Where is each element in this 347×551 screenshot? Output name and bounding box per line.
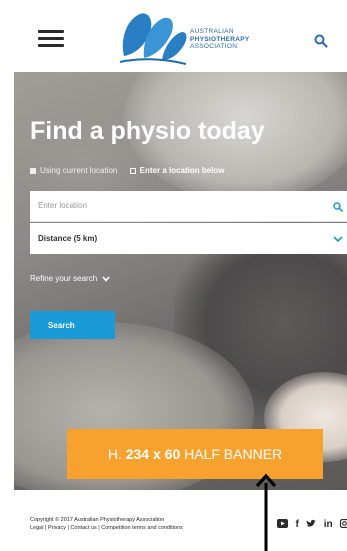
banner-size: 234 x 60 <box>125 446 181 462</box>
radio-enter-location[interactable] <box>129 168 136 175</box>
linkedin-icon[interactable]: in <box>324 519 333 530</box>
chevron-down-icon <box>333 236 343 243</box>
option-current-location-label: Using current location <box>40 166 118 176</box>
youtube-icon[interactable] <box>277 518 288 531</box>
location-input[interactable]: Enter location <box>30 191 347 222</box>
radio-current-location[interactable] <box>30 168 36 175</box>
option-current-location[interactable]: Using current location <box>30 166 117 175</box>
banner-prefix: H. <box>107 446 126 462</box>
apa-logo[interactable]: AUSTRALIAN PHYSIOTHERAPY ASSOCIATION <box>118 10 278 66</box>
site-header: AUSTRALIAN PHYSIOTHERAPY ASSOCIATION <box>14 0 347 72</box>
chevron-down-icon <box>102 276 110 282</box>
twitter-icon[interactable] <box>306 519 317 531</box>
option-enter-location[interactable]: Enter a location below <box>129 166 225 176</box>
logo-line-3: ASSOCIATION <box>190 43 238 50</box>
hero-section: Find a physio today Using current locati… <box>14 72 347 490</box>
annotation-arrow-icon <box>255 473 277 551</box>
site-footer: Copyright © 2017 Australian Physiotherap… <box>14 490 347 551</box>
hero-title: Find a physio today <box>30 117 265 145</box>
search-icon[interactable] <box>333 202 343 212</box>
option-enter-location-label: Enter a location below <box>139 166 225 176</box>
facebook-icon[interactable]: f <box>295 519 298 530</box>
instagram-icon[interactable] <box>339 518 347 531</box>
mobile-page: AUSTRALIAN PHYSIOTHERAPY ASSOCIATION Fin… <box>14 0 347 551</box>
distance-select[interactable]: Distance (5 km) <box>30 223 347 254</box>
location-input-placeholder: Enter location <box>38 201 87 210</box>
location-options: Using current location Enter a location … <box>30 166 225 178</box>
refine-search-label: Refine your search <box>30 274 98 283</box>
refine-search-toggle[interactable]: Refine your search <box>30 274 110 283</box>
apa-logo-mark <box>119 13 187 65</box>
footer-text: Copyright © 2017 Australian Physiotherap… <box>30 516 183 532</box>
menu-icon[interactable] <box>38 30 64 48</box>
social-links: f in <box>277 516 347 531</box>
search-button[interactable]: Search <box>30 311 115 339</box>
logo-line-2: PHYSIOTHERAPY <box>190 35 250 43</box>
copyright-text: Copyright © 2017 Australian Physiotherap… <box>30 517 165 523</box>
logo-line-1: AUSTRALIAN <box>190 28 234 35</box>
distance-value: Distance (5 km) <box>38 234 98 243</box>
search-icon[interactable] <box>314 34 328 48</box>
logo-text: AUSTRALIAN PHYSIOTHERAPY ASSOCIATION <box>190 28 280 51</box>
footer-links[interactable]: Legal | Privacy | Contact us | Competiti… <box>30 524 183 532</box>
banner-suffix: HALF BANNER <box>180 446 283 462</box>
ad-banner-placeholder[interactable]: H. 234 x 60 HALF BANNER <box>67 429 323 479</box>
